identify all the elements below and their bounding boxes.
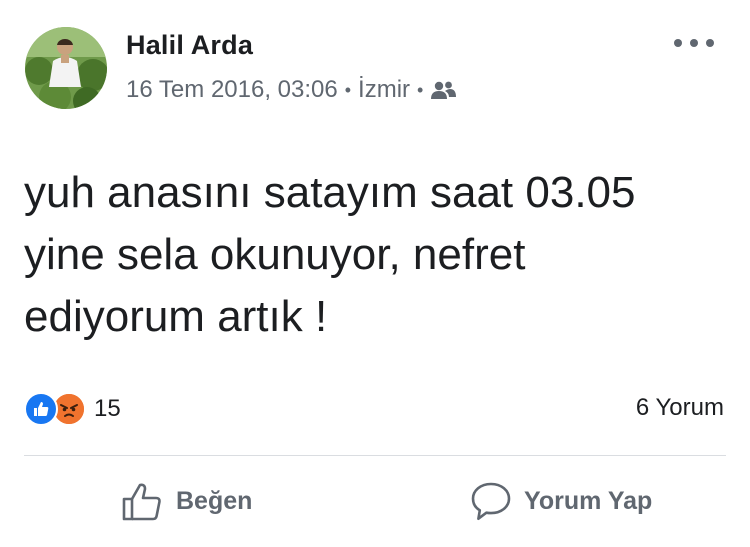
post-body-line: yuh anasını satayım saat 03.05 bbox=[24, 168, 636, 217]
post-card: Halil Arda 16 Tem 2016, 03:06 • İzmir • … bbox=[0, 0, 750, 547]
like-button-label: Beğen bbox=[176, 486, 253, 515]
reactions-summary[interactable]: 15 bbox=[24, 391, 121, 427]
post-meta: 16 Tem 2016, 03:06 • İzmir • bbox=[126, 75, 457, 105]
comment-button-label: Yorum Yap bbox=[524, 486, 653, 515]
comment-count-link[interactable]: 6 Yorum bbox=[636, 394, 724, 422]
post-body: yuh anasını satayım saat 03.05 yine sela… bbox=[24, 162, 724, 348]
post-body-line: yine sela okunuyor, nefret bbox=[24, 230, 526, 279]
separator-dot: • bbox=[344, 79, 352, 100]
avatar[interactable] bbox=[25, 27, 107, 109]
post-timestamp[interactable]: 16 Tem 2016, 03:06 bbox=[126, 76, 338, 104]
author-name[interactable]: Halil Arda bbox=[126, 30, 253, 61]
more-options-icon[interactable] bbox=[674, 35, 714, 51]
like-button[interactable]: Beğen bbox=[122, 478, 252, 524]
comment-button[interactable]: Yorum Yap bbox=[470, 478, 652, 524]
thumbs-up-icon bbox=[122, 483, 161, 521]
friends-icon[interactable] bbox=[430, 80, 457, 100]
more-dot bbox=[706, 39, 714, 47]
reaction-count: 15 bbox=[94, 395, 121, 422]
post-location[interactable]: İzmir bbox=[358, 76, 410, 104]
like-reaction-icon bbox=[24, 392, 58, 426]
comment-bubble-icon bbox=[471, 482, 511, 520]
divider bbox=[24, 455, 726, 456]
more-dot bbox=[690, 39, 698, 47]
separator-dot: • bbox=[417, 79, 424, 100]
post-body-line: ediyorum artık ! bbox=[24, 292, 328, 341]
more-dot bbox=[674, 39, 682, 47]
